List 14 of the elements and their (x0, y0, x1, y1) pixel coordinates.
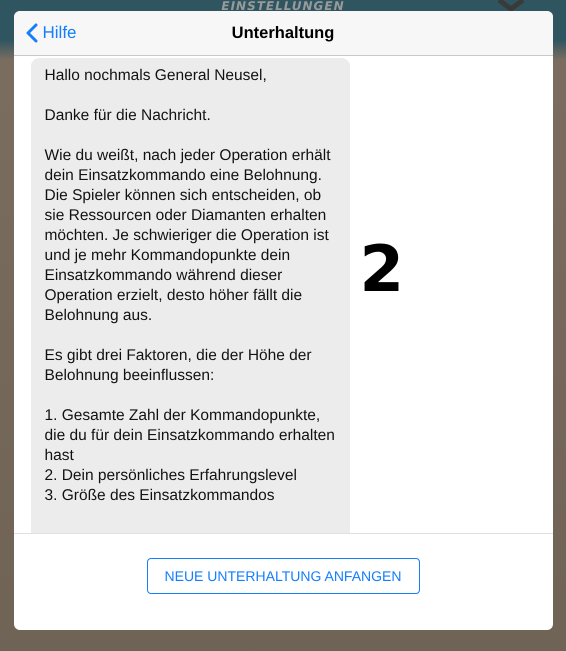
back-button[interactable]: Hilfe (14, 22, 83, 44)
message-text: 1. Gesamte Zahl der Kommandopunkte, die du für dein Einsatzkommando erhalten hast (44, 406, 336, 466)
message-text: Danke für die Nachricht. (44, 106, 212, 126)
message-text: Es gibt drei Faktoren, die der Höhe der Belohnung beeinflussen: (44, 346, 313, 386)
message-text: Wie du weißt, nach jeder Operation erhält dein Einsatzkommando eine Belohnung. Die Spieler können sich entscheiden, ob sie Ressourcen oder Diamanten erhalten möchten. Je schwieriger die Operation ist und je mehr Kommandopunkte dein Einsatzkommando während dieser Operation erzielt, desto höher fällt die Belohnung aus. (44, 146, 332, 326)
new-conversation-button[interactable]: NEUE UNTERHALTUNG ANFANGEN (146, 558, 420, 594)
message-text: Hallo nochmals General Neusel, (44, 66, 268, 86)
navigation-title: Unterhaltung (232, 24, 334, 42)
message-text: 3. Größe des Einsatzkommandos (44, 486, 276, 506)
annotation-number: 2 (360, 238, 404, 302)
chevron-left-icon (26, 23, 38, 43)
back-label: Hilfe (42, 23, 77, 43)
message-text: 2. Dein persönliches Erfahrungslevel (44, 466, 298, 486)
background-title: EINSTELLUNGEN (221, 0, 345, 11)
